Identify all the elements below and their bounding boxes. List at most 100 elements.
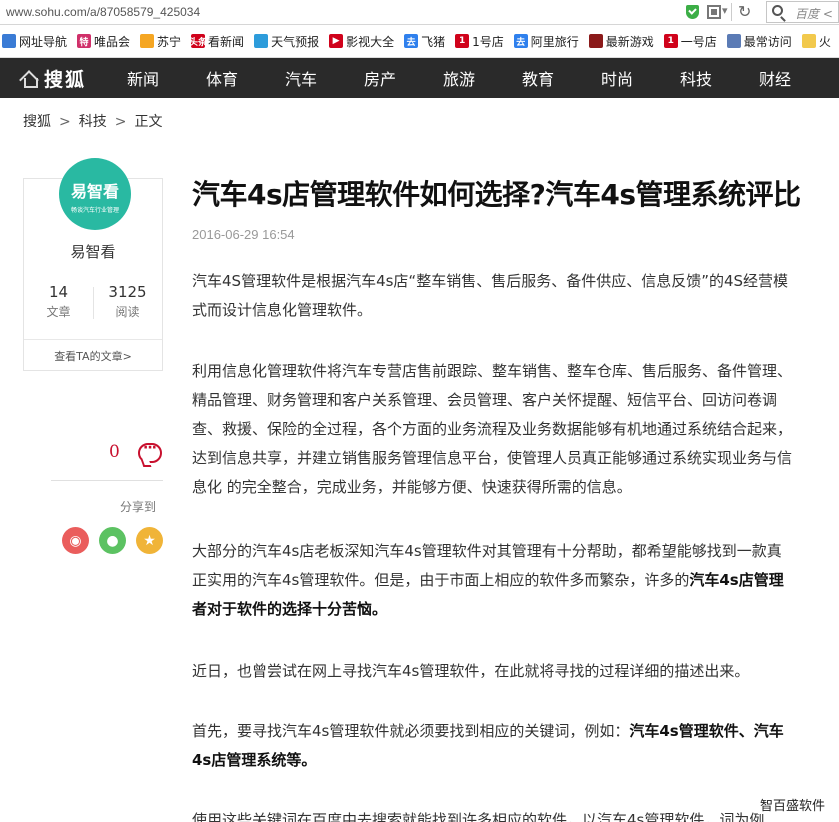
bookmark-item[interactable]: ▶ 影视大全 bbox=[329, 33, 394, 50]
comment-count[interactable]: 0 bbox=[109, 442, 120, 462]
dropdown-caret-icon[interactable]: ▾ bbox=[722, 4, 728, 17]
paragraph-line: 正实用的汽车4s管理软件。但是，由于市面上相应的软件多而繁杂，许多的汽车4s店管… bbox=[192, 566, 832, 595]
bookmark-item[interactable]: 头条 看新闻 bbox=[189, 33, 245, 50]
breadcrumb-separator: > bbox=[114, 114, 127, 130]
paragraph-line: 汽车4S管理软件是根据汽车4s店“整车销售、售后服务、备件供应、信息反馈”的4S… bbox=[192, 272, 789, 290]
article-paragraph-2: 利用信息化管理软件将汽车专营店售前跟踪、整车销售、整车仓库、售后服务、备件管理、… bbox=[192, 357, 832, 502]
articles-stat: 14 文章 bbox=[24, 283, 93, 320]
breadcrumb-home[interactable]: 搜狐 bbox=[23, 114, 51, 130]
bookmark-label: 最新游戏 bbox=[605, 34, 654, 49]
security-shield-icon[interactable] bbox=[686, 5, 699, 19]
yhd-icon: 1 bbox=[455, 34, 470, 48]
url-text[interactable]: www.sohu.com/a/87058579_425034 bbox=[6, 5, 200, 19]
article-date: 2016-06-29 16:54 bbox=[192, 227, 295, 242]
see-articles-link[interactable]: 查看TA的文章> bbox=[24, 348, 162, 364]
article-title: 汽车4s店管理软件如何选择?汽车4s管理系统评比 bbox=[192, 178, 801, 211]
bold-keyword: 汽车4s管理软件、汽车 bbox=[629, 722, 784, 740]
bookmark-label: 苏宁 bbox=[157, 34, 182, 49]
bookmark-item[interactable]: 1 1号店 bbox=[455, 33, 504, 50]
author-name[interactable]: 易智看 bbox=[24, 241, 162, 262]
bold-keyword: 汽车4s店管理 bbox=[689, 571, 784, 589]
flypig-icon: 去 bbox=[404, 34, 419, 48]
comment-icon[interactable] bbox=[138, 440, 162, 463]
article-paragraph-5: 首先，要寻找汽车4s管理软件就必须要找到相应的关键词，例如：汽车4s管理软件、汽… bbox=[192, 717, 832, 775]
breadcrumb-current: 正文 bbox=[134, 114, 163, 130]
reads-label: 阅读 bbox=[115, 305, 140, 319]
vip-icon: 特 bbox=[77, 34, 92, 48]
nav-item-realestate[interactable]: 房产 bbox=[364, 66, 443, 90]
nav-items: 新闻 体育 汽车 房产 旅游 教育 时尚 科技 财经 bbox=[127, 66, 838, 90]
reads-count: 3125 bbox=[108, 283, 147, 301]
side-divider bbox=[51, 480, 163, 481]
yhd2-icon: 1 bbox=[663, 34, 678, 48]
home-icon bbox=[20, 70, 38, 88]
breadcrumb-separator: > bbox=[59, 114, 71, 130]
avatar[interactable]: 易智看 畅谈汽车行业管理 bbox=[59, 158, 131, 230]
nav-item-fashion[interactable]: 时尚 bbox=[601, 66, 680, 90]
article-paragraph-3: 大部分的汽车4s店老板深知汽车4s管理软件对其管理有十分帮助，都希望能够找到一款… bbox=[192, 537, 832, 624]
bookmark-item[interactable]: 苏宁 bbox=[140, 33, 181, 50]
toolbar-divider bbox=[731, 3, 732, 21]
breadcrumb-tech[interactable]: 科技 bbox=[79, 114, 107, 130]
nav-item-auto[interactable]: 汽车 bbox=[285, 66, 364, 90]
favorite-share-button[interactable]: ★ bbox=[136, 527, 163, 554]
search-icon[interactable] bbox=[772, 5, 783, 16]
article-paragraph-6: 使用这些关键词在百度中去搜索就能找到许多相应的软件，以汽车4s管理软件，词为例 bbox=[192, 806, 832, 822]
bookmark-item[interactable]: 特唯品会 bbox=[77, 33, 130, 50]
bookmark-label: 火 bbox=[818, 34, 831, 49]
nav-item-tech[interactable]: 科技 bbox=[680, 66, 759, 90]
alitrip-icon: 去 bbox=[513, 34, 528, 48]
paragraph-line: 近日，也曾尝试在网上寻找汽车4s管理软件，在此就将寻找的过程详细的描述出来。 bbox=[192, 662, 750, 680]
bookmark-item[interactable]: 最新游戏 bbox=[588, 33, 654, 50]
folder-icon bbox=[801, 34, 816, 48]
bookmark-label: 最常访问 bbox=[743, 34, 792, 49]
bookmark-item[interactable]: 最常访问 bbox=[726, 33, 792, 50]
nav-item-finance[interactable]: 财经 bbox=[759, 66, 838, 90]
bookmark-item[interactable]: 火 bbox=[801, 33, 831, 50]
suning-icon bbox=[140, 34, 155, 48]
paragraph-line: 首先，要寻找汽车4s管理软件就必须要找到相应的关键词，例如：汽车4s管理软件、汽… bbox=[192, 717, 832, 746]
paragraph-line: 查、救援、保险的全过程，各个方面的业务流程及业务数据能够有机地通过系统结合起来， bbox=[192, 420, 793, 438]
nav-item-news[interactable]: 新闻 bbox=[127, 66, 206, 90]
card-divider bbox=[24, 339, 162, 340]
news-icon: 头条 bbox=[189, 34, 207, 48]
logo-text: 搜狐 bbox=[44, 68, 87, 91]
qr-code-icon[interactable] bbox=[707, 5, 721, 19]
bookmark-item[interactable]: 去飞猪 bbox=[404, 33, 445, 50]
bookmarks-bar: 网址导航特唯品会 苏宁 头条 看新闻 天气预报 ▶ 影视大全去飞猪 1 1号店去阿里旅行 最新游戏… bbox=[0, 25, 839, 58]
address-bar[interactable]: www.sohu.com/a/87058579_425034 ▾ ↻ 百度 < bbox=[0, 0, 839, 25]
bookmark-item[interactable]: 去阿里旅行 bbox=[513, 33, 579, 50]
paragraph-text: 首先，要寻找汽车4s管理软件就必须要找到相应的关键词，例如： bbox=[192, 722, 630, 740]
bookmark-item[interactable]: 天气预报 bbox=[254, 33, 319, 50]
paragraph-line: 息化 的完全整合，完成业务，并能够方便、快速获得所需的信息。 bbox=[192, 478, 632, 496]
bookmark-item[interactable]: 1 一号店 bbox=[663, 33, 717, 50]
nav-item-sports[interactable]: 体育 bbox=[206, 66, 285, 90]
video-icon: ▶ bbox=[329, 34, 344, 48]
bookmark-label: 飞猪 bbox=[421, 34, 446, 49]
wechat-icon: ● bbox=[106, 532, 119, 549]
share-label: 分享到 bbox=[120, 500, 157, 514]
weather-icon bbox=[254, 34, 269, 48]
nav-item-travel[interactable]: 旅游 bbox=[443, 66, 522, 90]
weibo-share-button[interactable]: ◉ bbox=[62, 527, 89, 554]
bookmark-label: 天气预报 bbox=[271, 34, 320, 49]
paragraph-line: 精品管理、财务管理和客户关系管理、会员管理、客户关怀提醒、短信平台、回访问卷调 bbox=[192, 391, 778, 409]
star-icon: ★ bbox=[143, 532, 156, 549]
breadcrumb: 搜狐 > 科技 > 正文 bbox=[23, 111, 162, 131]
reload-icon[interactable]: ↻ bbox=[738, 2, 751, 21]
bookmark-label: 网址导航 bbox=[19, 34, 68, 49]
bookmark-label: 阿里旅行 bbox=[530, 34, 579, 49]
search-placeholder: 百度 < bbox=[795, 7, 833, 21]
weibo-icon: ◉ bbox=[69, 532, 82, 549]
search-input[interactable]: 百度 < bbox=[766, 1, 839, 23]
paragraph-text: 正实用的汽车4s管理软件。但是，由于市面上相应的软件多而繁杂，许多的 bbox=[192, 571, 690, 589]
articles-count: 14 bbox=[48, 283, 69, 301]
bold-keyword: 4s店管理系统等。 bbox=[192, 751, 317, 769]
bookmark-item[interactable]: 网址导航 bbox=[2, 33, 67, 50]
nav-item-education[interactable]: 教育 bbox=[522, 66, 601, 90]
game-icon bbox=[588, 34, 603, 48]
sohu-logo[interactable]: 搜狐 bbox=[20, 65, 112, 92]
bookmark-label: 看新闻 bbox=[208, 34, 245, 49]
wechat-share-button[interactable]: ● bbox=[99, 527, 126, 554]
reads-stat: 3125 阅读 bbox=[93, 283, 162, 320]
